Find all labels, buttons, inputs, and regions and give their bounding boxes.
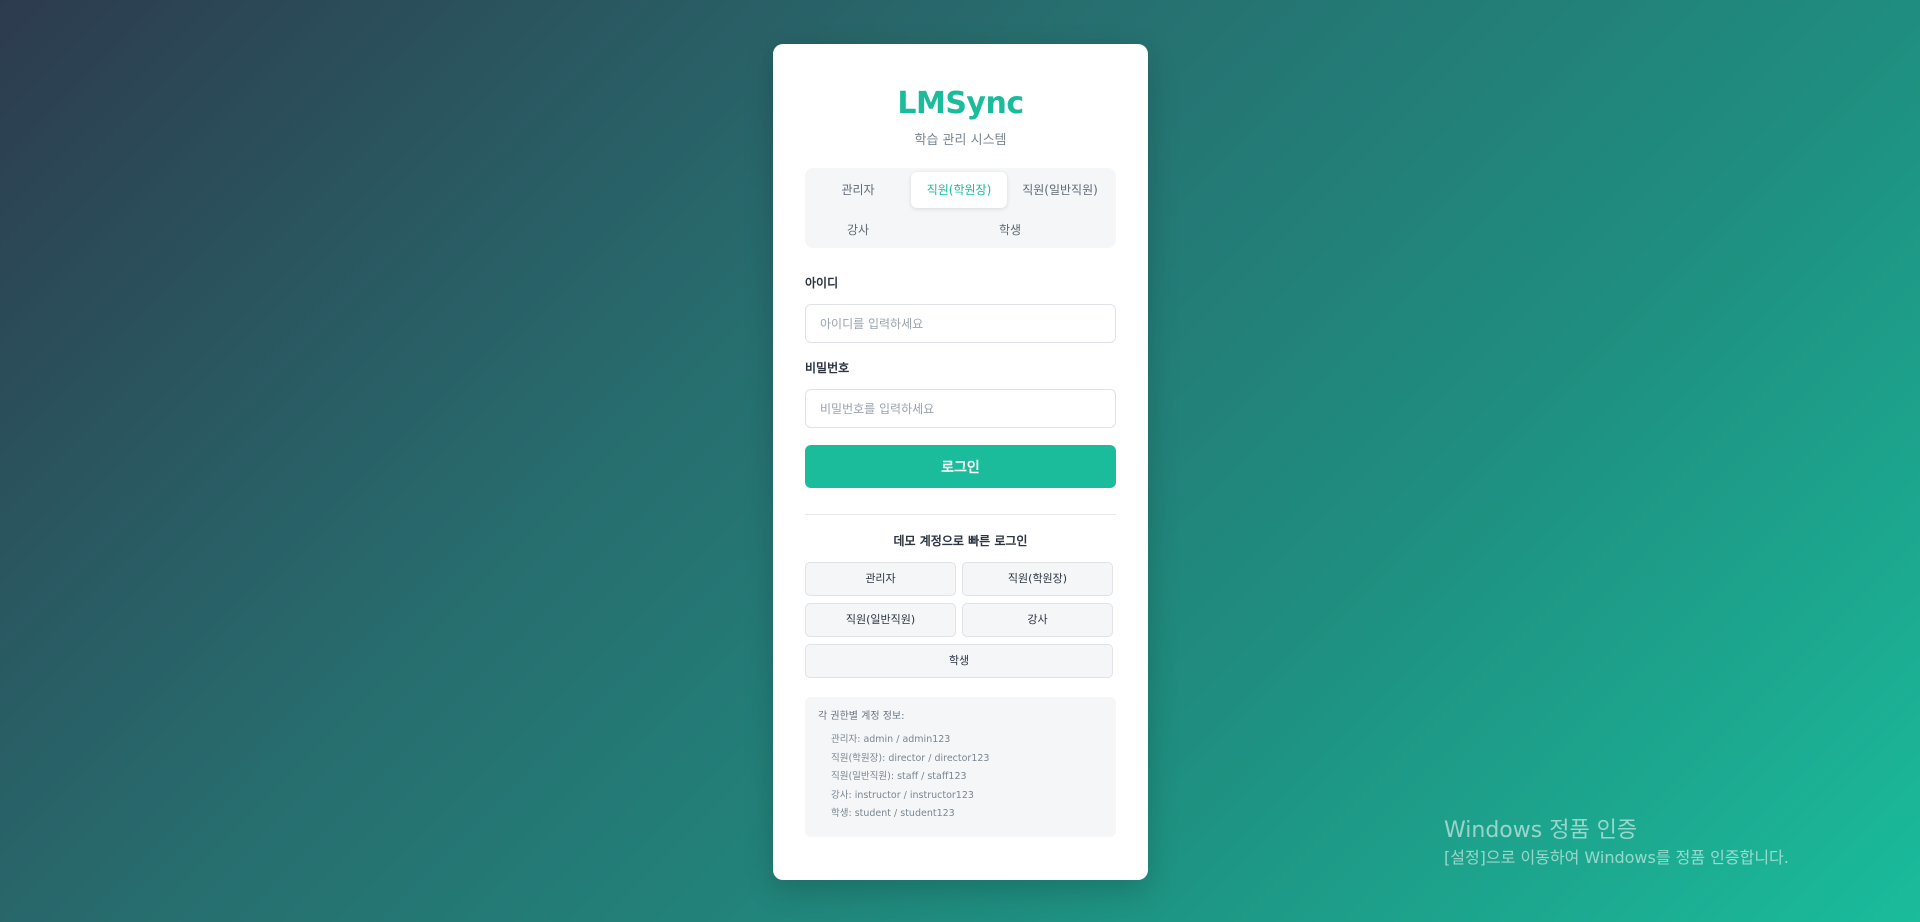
app-logo-title: LMSync — [897, 86, 1024, 121]
account-info-item: 직원(일반직원): staff / staff123 — [831, 771, 967, 782]
demo-login-buttons: 관리자 직원(학원장) 직원(일반직원) 강사 학생 — [805, 562, 1116, 682]
tab-student[interactable]: 학생 — [911, 212, 1109, 248]
demo-staff-button[interactable]: 직원(일반직원) — [805, 603, 956, 637]
account-info-item: 강사: instructor / instructor123 — [831, 789, 974, 801]
id-input[interactable] — [805, 304, 1116, 343]
tab-director[interactable]: 직원(학원장) — [911, 172, 1007, 208]
demo-student-button[interactable]: 학생 — [805, 644, 1113, 678]
watermark-subtitle: [설정]으로 이동하여 Windows를 정품 인증합니다. — [1444, 848, 1789, 867]
windows-activation-watermark: Windows 정품 인증 [설정]으로 이동하여 Windows를 정품 인증… — [1444, 816, 1789, 870]
account-info-title: 각 권한별 계정 정보: — [818, 711, 905, 722]
id-label: 아이디 — [805, 276, 839, 290]
app-subtitle: 학습 관리 시스템 — [914, 133, 1007, 148]
tab-staff[interactable]: 직원(일반직원) — [1011, 172, 1109, 208]
tab-instructor[interactable]: 강사 — [809, 212, 907, 248]
login-button[interactable]: 로그인 — [805, 445, 1116, 488]
demo-login-title: 데모 계정으로 빠른 로그인 — [893, 534, 1028, 548]
tab-admin[interactable]: 관리자 — [809, 172, 907, 208]
demo-admin-button[interactable]: 관리자 — [805, 562, 956, 596]
password-input[interactable] — [805, 389, 1116, 428]
role-tabs: 관리자 직원(학원장) 직원(일반직원) 강사 학생 — [805, 168, 1116, 248]
account-info-item: 학생: student / student123 — [831, 808, 955, 819]
account-info-box: 각 권한별 계정 정보: 관리자: admin / admin123 직원(학원… — [805, 697, 1116, 837]
watermark-title: Windows 정품 인증 — [1444, 818, 1638, 843]
demo-director-button[interactable]: 직원(학원장) — [962, 562, 1113, 596]
login-card: LMSync 학습 관리 시스템 관리자 직원(학원장) 직원(일반직원) 강사… — [773, 44, 1148, 880]
account-info-item: 관리자: admin / admin123 — [831, 734, 951, 745]
divider — [805, 514, 1116, 515]
account-info-item: 직원(학원장): director / director123 — [831, 752, 990, 764]
account-info-list: 관리자: admin / admin123 직원(학원장): director … — [818, 731, 1103, 824]
password-label: 비밀번호 — [805, 361, 850, 375]
demo-instructor-button[interactable]: 강사 — [962, 603, 1113, 637]
